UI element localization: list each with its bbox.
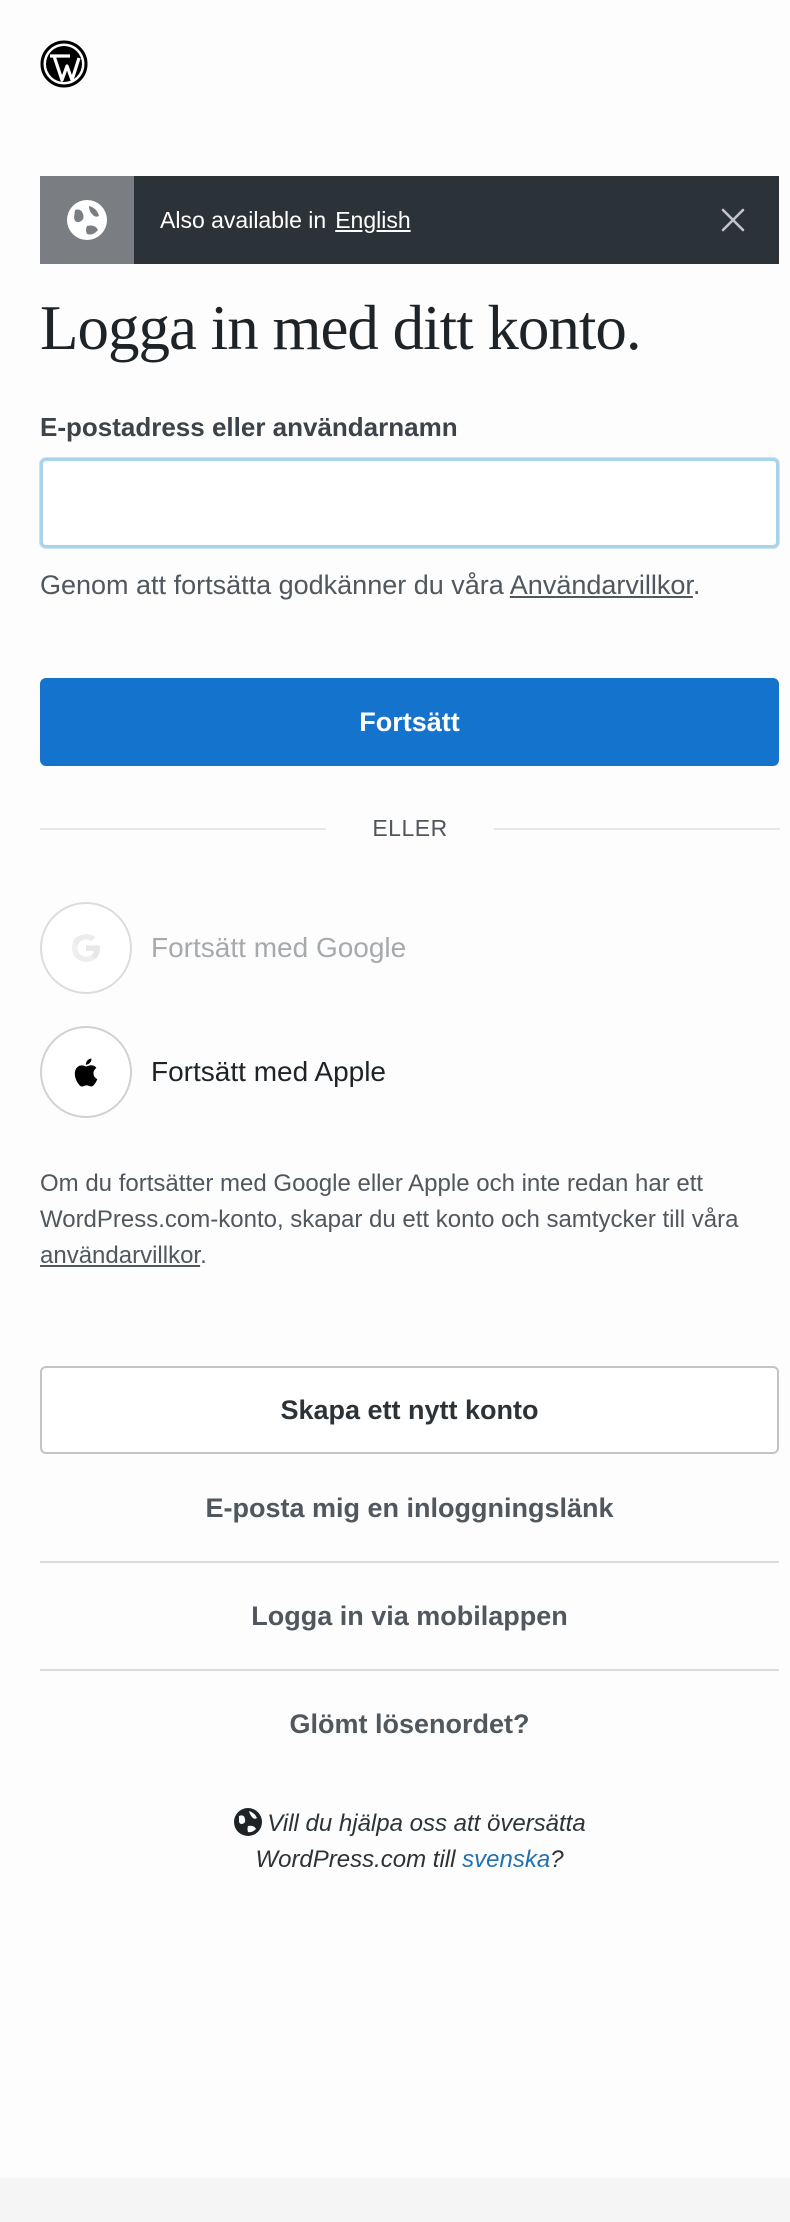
globe-icon <box>40 176 134 264</box>
banner-text: Also available in <box>160 206 327 233</box>
globe-icon <box>234 1808 263 1836</box>
google-login-label: Fortsätt med Google <box>151 932 407 963</box>
email-login-link[interactable]: E-posta mig en inloggningslänk <box>40 1454 779 1562</box>
footer-strip <box>0 2178 790 2222</box>
banner-message: Also available in English <box>160 207 713 234</box>
login-input[interactable] <box>40 458 779 548</box>
translate-line-1: Vill du hjälpa oss att översätta <box>40 1806 779 1842</box>
banner-english-link[interactable]: English <box>335 207 410 234</box>
disclaimer-text: Om du fortsätter med Google eller Apple … <box>40 1170 739 1233</box>
translate-swedish-link[interactable]: svenska <box>462 1846 550 1873</box>
wordpress-logo-icon[interactable] <box>40 40 88 88</box>
disclaimer-suffix: . <box>200 1242 207 1269</box>
google-login-button[interactable]: Fortsätt med Google <box>40 900 640 996</box>
translate-line-2: WordPress.com till svenska? <box>40 1842 779 1878</box>
apple-icon <box>40 1026 132 1118</box>
apple-login-button[interactable]: Fortsätt med Apple <box>40 1024 640 1120</box>
or-divider-text: ELLER <box>372 815 448 841</box>
login-field-label: E-postadress eller användarnamn <box>40 412 458 442</box>
divider-line-left <box>40 828 326 830</box>
create-account-button[interactable]: Skapa ett nytt konto <box>40 1366 779 1454</box>
mobile-app-login-link[interactable]: Logga in via mobilappen <box>40 1562 779 1670</box>
google-icon <box>40 902 132 994</box>
divider-line-right <box>494 828 780 830</box>
lost-password-link[interactable]: Glömt lösenordet? <box>40 1670 779 1778</box>
disclaimer-terms-link[interactable]: användarvillkor <box>40 1242 200 1269</box>
continue-button[interactable]: Fortsätt <box>40 678 779 766</box>
page-title: Logga in med ditt konto. <box>40 293 642 363</box>
close-icon[interactable] <box>713 200 753 240</box>
terms-text: Genom att fortsätta godkänner du våra <box>40 570 504 600</box>
translate-text-1: Vill du hjälpa oss att översätta <box>267 1810 586 1837</box>
social-disclaimer: Om du fortsätter med Google eller Apple … <box>40 1166 780 1274</box>
language-banner: Also available in English <box>40 176 779 264</box>
apple-login-label: Fortsätt med Apple <box>151 1056 387 1087</box>
terms-link[interactable]: Användarvillkor <box>510 570 693 600</box>
translate-text-2: WordPress.com till <box>255 1846 456 1873</box>
translate-prompt: Vill du hjälpa oss att översätta WordPre… <box>40 1806 779 1878</box>
terms-suffix: . <box>692 570 701 600</box>
translate-suffix: ? <box>550 1846 564 1873</box>
terms-notice: Genom att fortsätta godkänner du våra An… <box>40 570 700 601</box>
